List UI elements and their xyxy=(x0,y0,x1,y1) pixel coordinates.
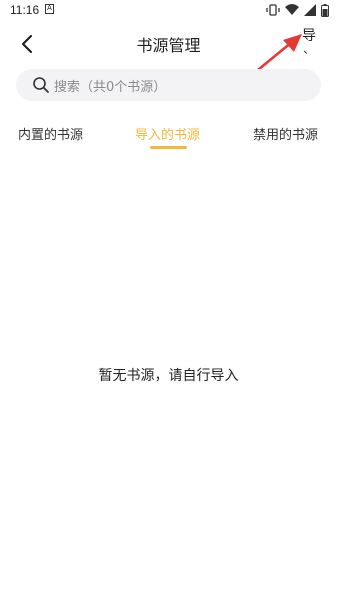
active-tab-indicator xyxy=(150,146,187,149)
import-button[interactable]: 导 、 xyxy=(297,28,321,62)
status-bar: 11:16 A xyxy=(0,0,337,20)
vibrate-icon xyxy=(266,4,280,16)
import-sub-label: 、 xyxy=(302,42,315,56)
signal-icon xyxy=(304,4,316,16)
battery-icon xyxy=(321,3,329,17)
notification-a-icon: A xyxy=(45,4,54,14)
search-icon xyxy=(33,77,49,93)
tab-bar: 内置的书源 导入的书源 禁用的书源 xyxy=(0,118,337,152)
status-time: 11:16 xyxy=(10,3,40,17)
empty-state-message: 暂无书源，请自行导入 xyxy=(98,368,239,384)
tab-disabled-sources[interactable]: 禁用的书源 xyxy=(253,124,318,143)
page-title: 书源管理 xyxy=(136,36,201,55)
search-placeholder: 搜索（共0个书源） xyxy=(54,80,167,95)
status-icons xyxy=(266,3,329,17)
header: 书源管理 导 、 xyxy=(0,22,337,66)
search-input[interactable]: 搜索（共0个书源） xyxy=(16,69,321,101)
tab-builtin-sources[interactable]: 内置的书源 xyxy=(18,124,83,143)
tab-imported-sources[interactable]: 导入的书源 xyxy=(135,124,200,143)
screen: 11:16 A 书源管理 导 、 搜索（共0个书源） 内置的书源 导入的书源 禁… xyxy=(0,0,337,600)
wifi-icon xyxy=(285,4,299,16)
